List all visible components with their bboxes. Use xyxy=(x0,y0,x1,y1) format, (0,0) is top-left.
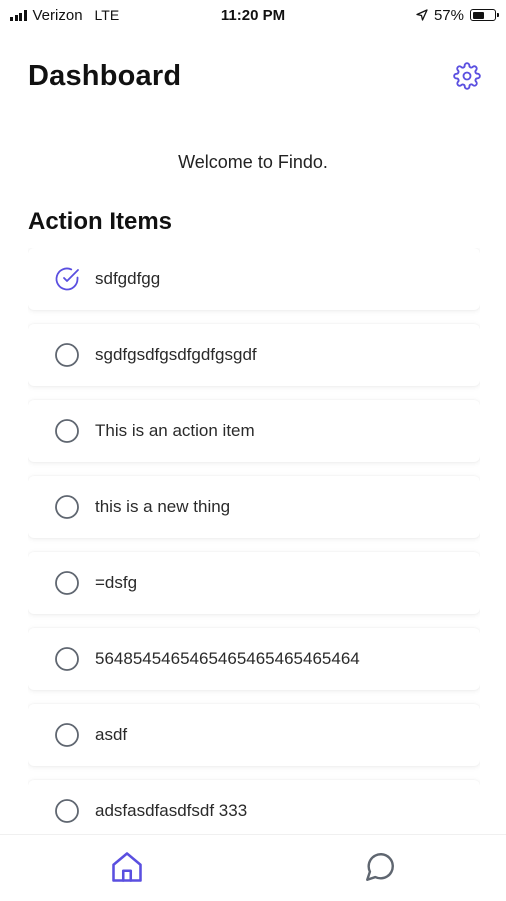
action-item-label: this is a new thing xyxy=(95,497,231,516)
empty-circle-icon xyxy=(55,419,79,443)
checkbox-unchecked[interactable] xyxy=(54,418,80,444)
checkbox-unchecked[interactable] xyxy=(54,570,80,596)
tab-messages[interactable] xyxy=(360,847,400,887)
checkbox-unchecked[interactable] xyxy=(54,342,80,368)
battery-percent: 57% xyxy=(433,6,464,24)
checkbox-checked[interactable] xyxy=(54,266,80,292)
action-item-label: 5648545465465465465465465464 xyxy=(95,649,360,668)
action-item-label: =dsfg xyxy=(95,573,138,592)
checkbox-unchecked[interactable] xyxy=(54,722,80,748)
chat-bubble-icon xyxy=(366,853,394,881)
checkbox-unchecked[interactable] xyxy=(54,494,80,520)
tab-home[interactable] xyxy=(107,847,147,887)
welcome-message: Welcome to Findo. xyxy=(178,152,328,172)
tab-bar xyxy=(0,834,506,901)
action-items-title: Action Items xyxy=(28,208,173,235)
header: Dashboard xyxy=(28,56,482,96)
status-right: 57% xyxy=(416,6,499,24)
empty-circle-icon xyxy=(55,495,79,519)
action-item[interactable]: 5648545465465465465465465464 xyxy=(28,628,480,690)
action-item-label: adsfasdfasdfsdf 333 xyxy=(95,801,248,820)
empty-circle-icon xyxy=(55,799,79,823)
carrier-name: Verizon xyxy=(32,6,83,24)
empty-circle-icon xyxy=(55,571,79,595)
battery-fill xyxy=(472,11,485,19)
action-item-label: asdf xyxy=(95,725,128,744)
checkbox-unchecked[interactable] xyxy=(54,646,80,672)
gear-icon xyxy=(453,62,481,90)
action-item[interactable]: =dsfg xyxy=(28,552,480,614)
battery-icon xyxy=(470,9,499,21)
checkbox-unchecked[interactable] xyxy=(54,798,80,824)
home-icon xyxy=(112,852,142,882)
empty-circle-icon xyxy=(55,647,79,671)
action-item[interactable]: this is a new thing xyxy=(28,476,480,538)
settings-button[interactable] xyxy=(452,61,482,91)
action-item[interactable]: sgdfgsdfgsdfgdfgsgdf xyxy=(28,324,480,386)
action-item[interactable]: sdfgdfgg xyxy=(28,248,480,310)
action-items-list: sdfgdfgg sgdfgsdfgsdfgdfgsgdf This is an a… xyxy=(28,248,480,834)
empty-circle-icon xyxy=(55,343,79,367)
action-item-label: sgdfgsdfgsdfgdfgsgdf xyxy=(95,345,257,364)
action-item-label: This is an action item xyxy=(95,421,255,440)
check-circle-icon xyxy=(55,267,79,291)
action-item-label: sdfgdfgg xyxy=(95,269,161,288)
signal-strength-icon xyxy=(10,9,27,21)
action-item[interactable]: asdf xyxy=(28,704,480,766)
status-bar: Verizon LTE 11:20 PM 57% xyxy=(0,0,506,30)
action-item[interactable]: This is an action item xyxy=(28,400,480,462)
empty-circle-icon xyxy=(55,723,79,747)
network-type: LTE xyxy=(94,7,120,23)
page-title: Dashboard xyxy=(28,59,182,92)
status-left: Verizon LTE xyxy=(10,7,119,24)
action-item[interactable]: adsfasdfasdfsdf 333 xyxy=(28,780,480,834)
location-arrow-icon xyxy=(416,9,428,21)
